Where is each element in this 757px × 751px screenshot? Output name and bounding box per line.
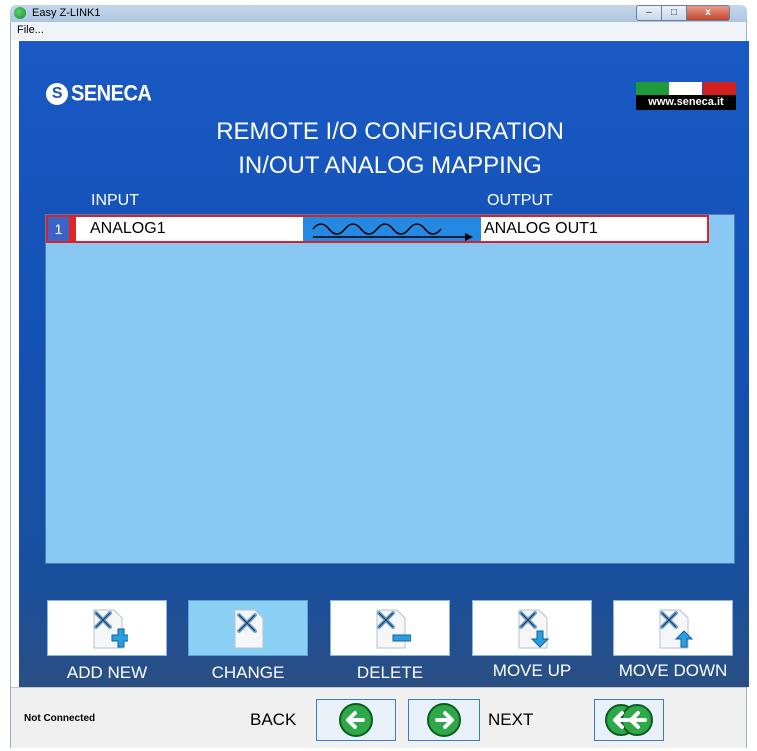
tools-remove-icon [376, 609, 411, 649]
minimize-button[interactable]: – [636, 5, 662, 21]
connection-status: Not Connected [24, 713, 96, 724]
seneca-logo-text: SENECA [71, 81, 152, 106]
add-new-label: ADD NEW [66, 663, 148, 682]
double-arrow-left-icon [605, 704, 653, 736]
next-button[interactable] [408, 699, 480, 741]
move-down-label: MOVE DOWN [618, 661, 728, 680]
seneca-logo-mark: S [46, 83, 68, 105]
arrow-left-icon [339, 703, 373, 737]
flag-red-stripe [703, 82, 736, 95]
flag-green-stripe [636, 82, 669, 95]
back-button[interactable] [316, 699, 396, 741]
back-to-start-button[interactable] [594, 699, 664, 741]
change-label: CHANGE [211, 663, 285, 682]
move-up-label: MOVE UP [492, 661, 572, 680]
mapping-output-value: ANALOG OUT1 [484, 220, 598, 237]
change-button[interactable] [188, 600, 308, 656]
maximize-button[interactable]: □ [661, 5, 687, 21]
move-down-button[interactable] [613, 600, 733, 656]
mapping-row-index: 1 [48, 217, 69, 241]
input-column-header: INPUT [91, 192, 139, 209]
page-title: REMOTE I/O CONFIGURATION [216, 118, 564, 145]
delete-button[interactable] [330, 600, 450, 656]
tools-move-up-icon [659, 609, 694, 649]
tools-move-down-icon [518, 609, 550, 649]
page-subtitle: IN/OUT ANALOG MAPPING [238, 152, 542, 179]
tools-edit-icon [234, 609, 264, 649]
mapping-row[interactable]: 1 ANALOG1 ANALOG OUT1 [46, 215, 709, 243]
flag-white-stripe [669, 82, 702, 95]
mapping-row-marker [69, 217, 76, 241]
analog-wave-arrow-icon [303, 217, 481, 241]
mapping-list[interactable] [45, 214, 735, 564]
arrow-right-icon [427, 703, 461, 737]
menu-bar: File... [11, 22, 746, 40]
app-logo-icon [14, 7, 26, 19]
move-up-button[interactable] [472, 600, 592, 656]
close-button[interactable]: x [686, 5, 730, 21]
website-url: www.seneca.it [636, 95, 736, 110]
tools-add-icon [93, 609, 128, 649]
seneca-logo: S SENECA [46, 81, 152, 106]
next-label: NEXT [488, 710, 534, 729]
add-new-button[interactable] [47, 600, 167, 656]
back-label: BACK [250, 710, 297, 729]
mapping-input-value: ANALOG1 [90, 220, 166, 237]
website-badge: www.seneca.it [636, 82, 736, 110]
output-column-header: OUTPUT [487, 192, 553, 209]
window-title: Easy Z-LINK1 [32, 7, 101, 19]
menu-file[interactable]: File... [17, 24, 44, 36]
window-titlebar[interactable]: Easy Z-LINK1 – □ x [10, 5, 747, 22]
delete-label: DELETE [356, 663, 424, 682]
